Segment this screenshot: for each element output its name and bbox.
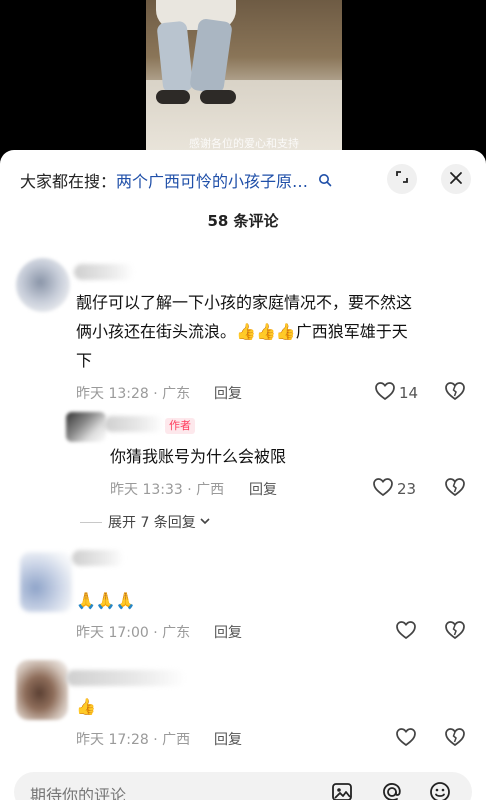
comment-count-title: 58 条评论 <box>207 212 279 230</box>
comment-line: 俩小孩还在街头流浪。👍👍👍广西狼军雄于天 <box>76 317 476 346</box>
comment-line-part: 俩小孩还在街头流浪。 <box>76 322 237 341</box>
image-icon[interactable] <box>330 780 354 800</box>
avatar[interactable] <box>66 412 106 442</box>
dislike-button[interactable] <box>444 727 466 751</box>
reply-button[interactable]: 回复 <box>214 729 242 749</box>
expand-icon <box>394 169 410 189</box>
like-button[interactable] <box>395 620 420 644</box>
comment-line: 靓仔可以了解一下小孩的家庭情况不，要不然这 <box>76 293 413 312</box>
avatar[interactable] <box>16 660 68 720</box>
heart-icon <box>395 727 420 751</box>
like-button[interactable] <box>395 727 420 751</box>
close-button[interactable] <box>441 164 471 194</box>
comment-line-part: 广西狼军雄于天 <box>295 322 408 341</box>
search-suggestion[interactable]: 大家都在搜： 两个广西可怜的小孩子原… <box>20 168 332 192</box>
heart-icon <box>374 381 399 405</box>
dislike-button[interactable] <box>444 620 466 644</box>
username-blurred[interactable] <box>66 670 186 686</box>
search-icon[interactable] <box>318 173 332 187</box>
comment-text: 你猜我账号为什么会被限 <box>110 447 287 466</box>
reply-button[interactable]: 回复 <box>214 622 242 642</box>
emoji-icon[interactable] <box>428 780 452 800</box>
reply-button[interactable]: 回复 <box>249 479 277 499</box>
username-blurred[interactable] <box>104 416 164 432</box>
fullscreen-button[interactable] <box>387 164 417 194</box>
like-count: 14 <box>399 384 419 402</box>
broken-heart-icon <box>444 621 466 644</box>
video-caption: 感谢各位的爱心和支持 <box>189 137 299 150</box>
broken-heart-icon <box>444 728 466 751</box>
dislike-button[interactable] <box>444 477 466 501</box>
dislike-button[interactable] <box>444 381 466 405</box>
comment-line: 下 <box>76 351 93 370</box>
comment-meta: 昨天 13:33 · 广西 <box>110 482 225 498</box>
video-frame: 感谢各位的爱心和支持 <box>146 0 342 160</box>
expand-replies-label: 展开 7 条回复 <box>108 515 196 531</box>
divider <box>80 521 102 523</box>
comment-text: 👍 <box>76 697 96 716</box>
username-blurred[interactable] <box>72 550 124 566</box>
video-shoe <box>200 90 236 104</box>
broken-heart-icon <box>444 382 466 405</box>
thumbs-up-icon: 👍👍👍 <box>236 322 296 341</box>
avatar[interactable] <box>16 258 70 312</box>
chevron-down-icon <box>199 514 211 530</box>
mention-icon[interactable] <box>380 780 404 800</box>
comment-input-placeholder[interactable]: 期待你的评论 <box>30 782 126 800</box>
like-button[interactable]: 14 <box>374 381 418 405</box>
username-blurred[interactable] <box>74 264 134 280</box>
expand-replies-button[interactable]: 展开 7 条回复 <box>80 512 211 532</box>
heart-icon <box>372 477 397 501</box>
video-preview[interactable]: 感谢各位的爱心和支持 <box>0 0 486 160</box>
like-count: 23 <box>397 480 417 498</box>
like-button[interactable]: 23 <box>372 477 416 501</box>
heart-icon <box>395 620 420 644</box>
avatar[interactable] <box>20 552 72 612</box>
search-query-link[interactable]: 两个广西可怜的小孩子原… <box>116 168 308 192</box>
video-shoe <box>156 90 190 104</box>
close-icon <box>449 170 463 189</box>
comment-input-bar[interactable]: 期待你的评论 <box>14 772 472 800</box>
comment-meta: 昨天 13:28 · 广东 <box>76 386 191 402</box>
comments-sheet: 大家都在搜： 两个广西可怜的小孩子原… 58 条评论 靓仔可以了解一下小孩的家庭… <box>0 150 486 800</box>
broken-heart-icon <box>444 478 466 501</box>
comment-meta: 昨天 17:28 · 广西 <box>76 732 191 748</box>
comment-text: 🙏🙏🙏 <box>76 591 136 610</box>
comment-text: 靓仔可以了解一下小孩的家庭情况不，要不然这 俩小孩还在街头流浪。👍👍👍广西狼军雄… <box>76 288 476 375</box>
search-prefix: 大家都在搜： <box>20 172 117 191</box>
comment-meta: 昨天 17:00 · 广东 <box>76 625 191 641</box>
reply-button[interactable]: 回复 <box>214 383 242 403</box>
author-badge: 作者 <box>165 418 195 434</box>
